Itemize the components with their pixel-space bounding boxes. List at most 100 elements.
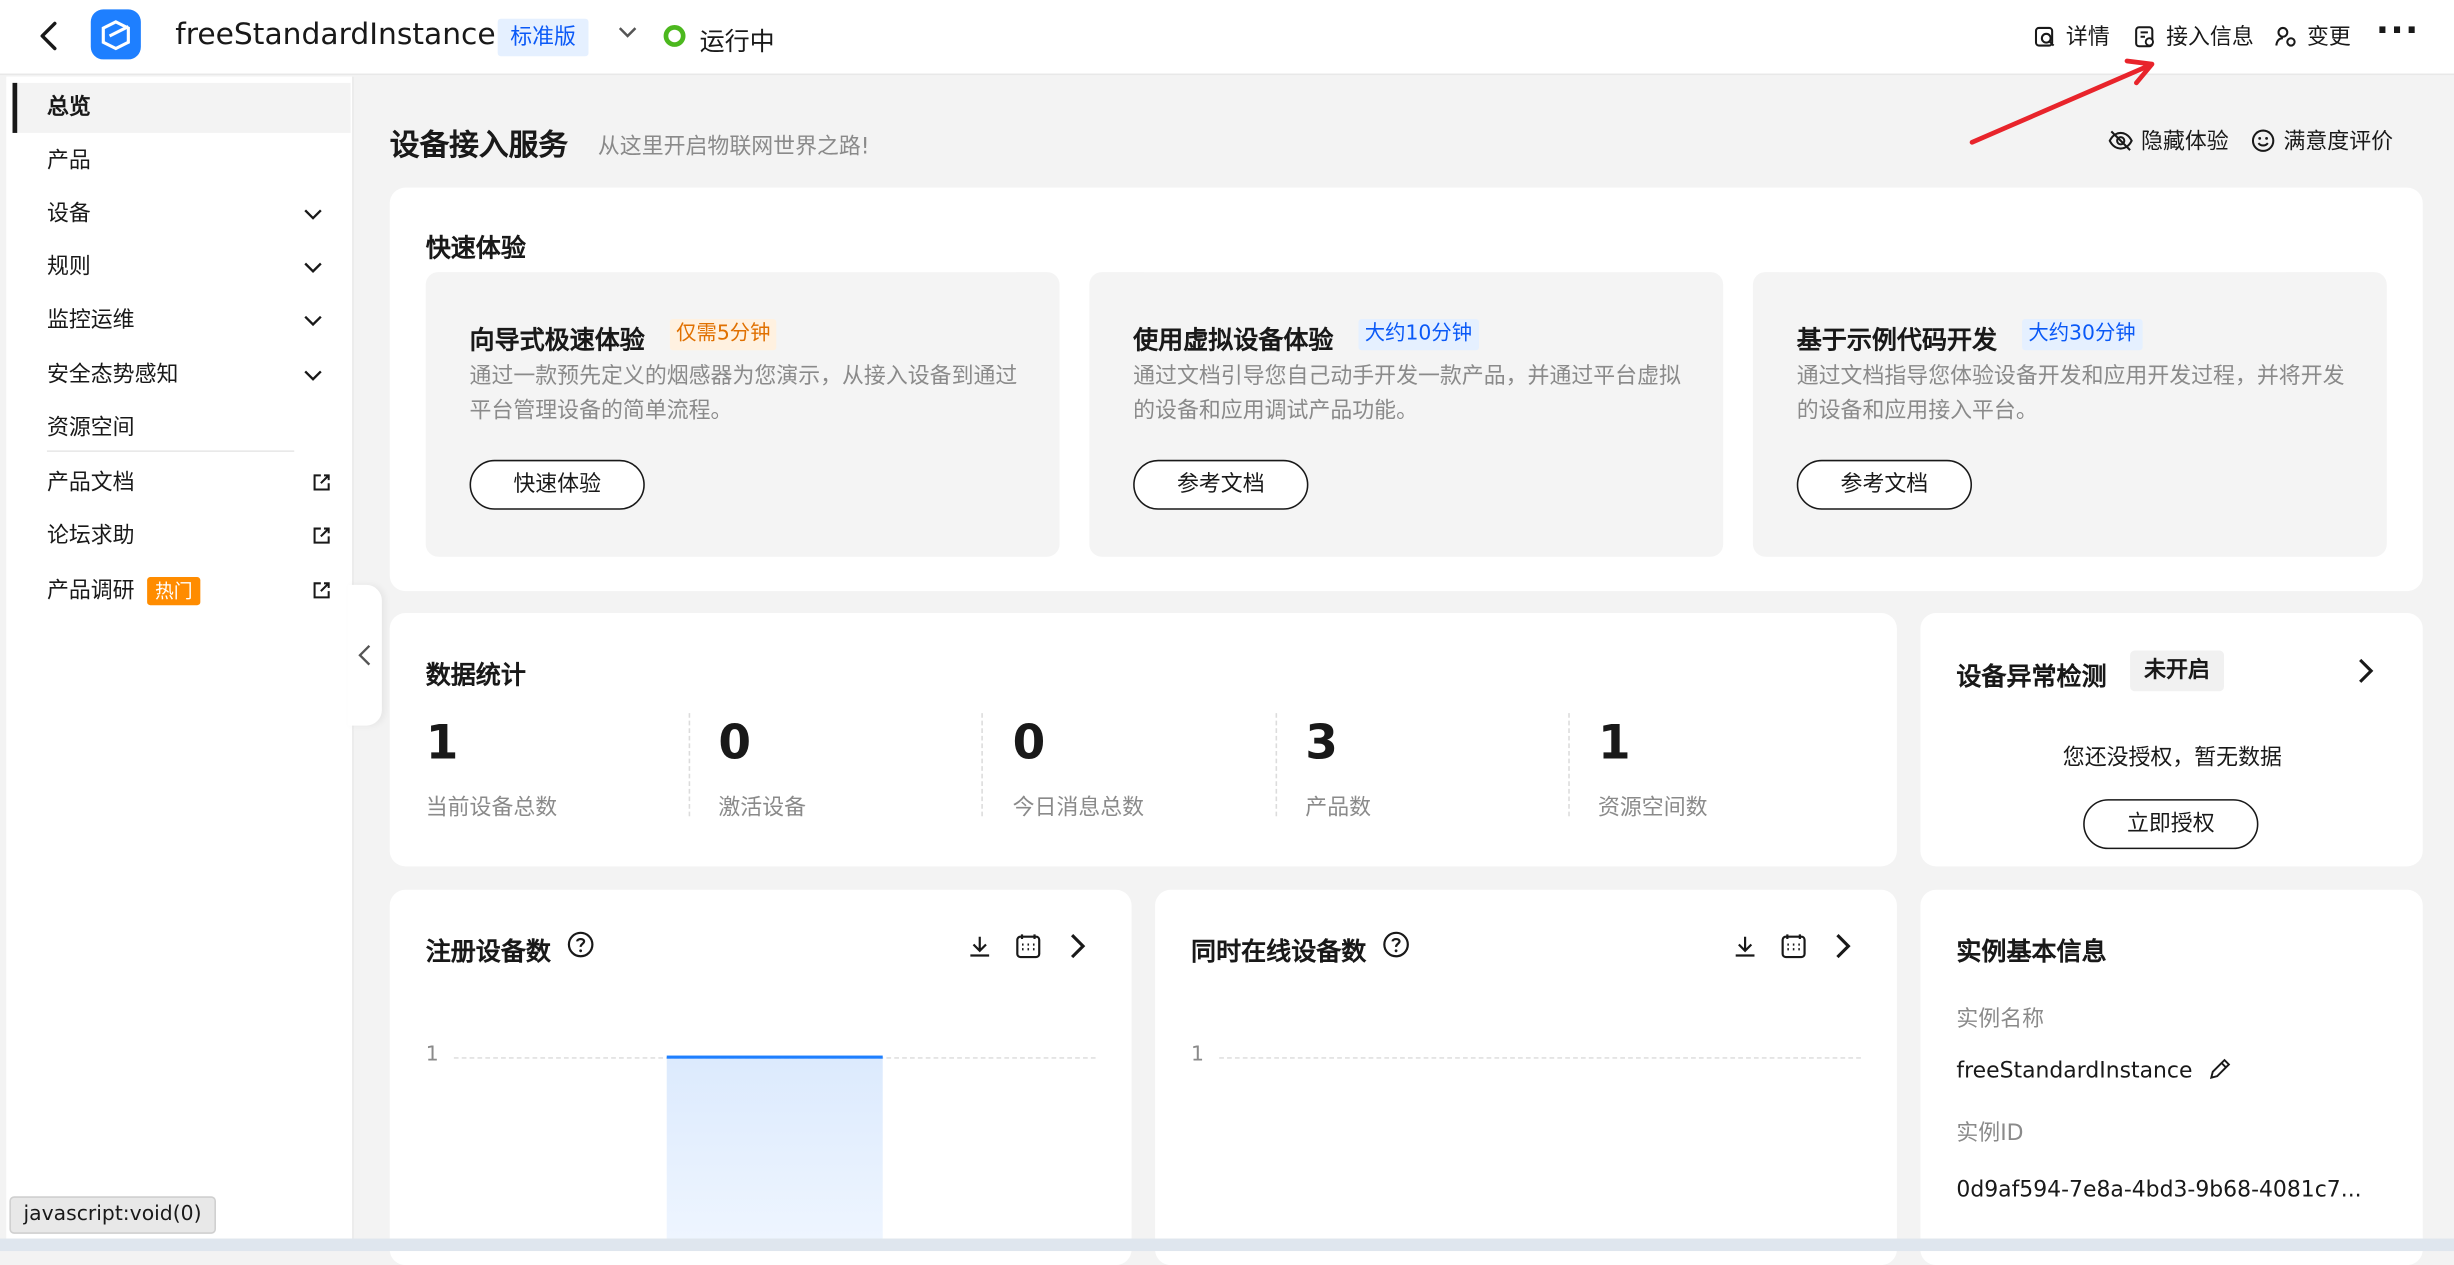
stat-active-devices: 0 激活设备 [718,713,806,821]
rating-label: 满意度评价 [2283,129,2394,155]
instance-name: freeStandardInstance [175,17,496,52]
chevron-down-icon [304,262,322,273]
sidebar-item-label: 安全态势感知 [46,362,179,388]
option-description: 通过文档引导您自己动手开发一款产品，并通过平台虚拟的设备和应用调试产品功能。 [1133,364,1681,424]
sidebar-item-overview[interactable]: 总览 [12,82,351,133]
more-options-icon[interactable]: ··· [2376,13,2420,52]
sidebar-item-devices[interactable]: 设备 [13,189,351,239]
stat-products: 3 产品数 [1305,713,1372,821]
change-label: 变更 [2306,25,2351,51]
reference-docs-button[interactable]: 参考文档 [1796,459,1973,510]
edit-pencil-icon[interactable] [2209,1057,2232,1080]
details-icon [2034,26,2055,46]
change-icon [2275,26,2296,46]
sidebar-divider [46,450,295,452]
sidebar: 总览 产品 设备 规则 监控运维 安全态势感知 资源空间 产品文档 论坛求助 产… [6,76,354,1239]
chevron-down-icon [304,370,322,381]
chevron-right-icon[interactable] [1063,932,1091,960]
sidebar-item-monitoring[interactable]: 监控运维 [13,296,351,346]
external-link-icon [313,582,330,599]
quick-start-title: 快速体验 [425,233,526,263]
instance-name-value: freeStandardInstance [1956,1057,2232,1084]
running-status-icon [663,25,686,47]
external-link-icon [313,474,330,491]
anomaly-title: 设备异常检测 [1956,661,2107,692]
anomaly-status-badge: 未开启 [2130,650,2225,692]
online-devices-title: 同时在线设备数 [1191,936,1367,967]
sidebar-item-rules[interactable]: 规则 [13,242,351,292]
download-icon[interactable] [1731,932,1759,960]
app-window: freeStandardInstance 标准版 运行中 详情 接入信息 变更 … [0,0,2454,1265]
sidebar-item-products[interactable]: 产品 [13,136,351,186]
status-text: 运行中 [699,26,775,57]
stat-divider [981,713,983,817]
duration-tag: 大约30分钟 [2022,319,2142,351]
sidebar-item-label: 监控运维 [46,308,135,334]
chevron-down-icon [304,209,322,220]
reference-docs-button[interactable]: 参考文档 [1133,459,1309,510]
quick-start-option-virtual-device: 使用虚拟设备体验 大约10分钟 通过文档引导您自己动手开发一款产品，并通过平台虚… [1089,272,1724,557]
back-arrow-icon[interactable] [34,19,65,53]
chevron-down-icon[interactable] [617,22,639,44]
eye-hidden-icon [2108,130,2133,151]
registered-devices-title: 注册设备数 [425,936,551,967]
rating-button[interactable]: 满意度评价 [2251,125,2393,156]
access-info-button[interactable]: 接入信息 [2133,20,2254,51]
page-title: 设备接入服务 [389,128,569,163]
sidebar-collapse-handle[interactable] [347,584,382,726]
hide-experience-label: 隐藏体验 [2141,129,2229,155]
quick-start-option-wizard: 向导式极速体验 仅需5分钟 通过一款预先定义的烟感器为您演示，从接入设备到通过平… [425,272,1060,557]
sidebar-item-label: 产品 [46,148,91,174]
change-button[interactable]: 变更 [2274,20,2351,51]
help-icon[interactable] [1382,930,1410,958]
edition-badge: 标准版 [497,18,589,57]
option-description: 通过一款预先定义的烟感器为您演示，从接入设备到通过平台管理设备的简单流程。 [469,364,1018,424]
stat-value: 0 [1012,716,1046,771]
chevron-right-icon[interactable] [1828,932,1856,960]
sidebar-item-label: 总览 [46,95,91,121]
y-tick-label: 1 [425,1043,439,1067]
y-tick-label: 1 [1191,1043,1205,1067]
help-icon[interactable] [567,930,595,958]
access-info-label: 接入信息 [2166,25,2254,51]
chevron-right-icon[interactable] [2351,657,2379,685]
stat-label: 产品数 [1305,795,1372,821]
access-info-icon [2135,25,2154,47]
stat-value: 3 [1305,716,1338,771]
stat-resource-spaces: 1 资源空间数 [1598,713,1708,821]
stat-divider [688,713,691,817]
stat-divider [1275,713,1278,817]
instance-logo-icon [90,9,141,60]
stat-label: 今日消息总数 [1012,795,1145,821]
calendar-icon[interactable] [1780,932,1808,960]
instance-name-label: 实例名称 [1956,1007,2045,1033]
sidebar-item-label: 规则 [46,254,91,280]
sidebar-item-resource-space[interactable]: 资源空间 [13,403,351,453]
calendar-icon[interactable] [1014,932,1042,960]
chevron-left-icon [358,645,371,666]
window-bottom-edge [0,1238,2454,1252]
option-description: 通过文档指导您体验设备开发和应用开发过程，并将开发的设备和应用接入平台。 [1796,364,2345,424]
details-label: 详情 [2065,25,2110,51]
stat-today-messages: 0 今日消息总数 [1012,713,1145,821]
quick-experience-button[interactable]: 快速体验 [469,459,645,510]
stats-title: 数据统计 [425,659,526,690]
download-icon[interactable] [966,932,994,960]
sidebar-item-label: 资源空间 [46,415,135,441]
hide-experience-button[interactable]: 隐藏体验 [2108,125,2229,156]
anomaly-message: 您还没授权，暂无数据 [2062,745,2282,771]
sidebar-item-label: 论坛求助 [46,523,135,549]
stat-divider [1568,713,1570,817]
sidebar-item-survey[interactable]: 产品调研 热门 [13,566,351,616]
instance-info-title: 实例基本信息 [1956,936,2107,967]
sidebar-item-forum[interactable]: 论坛求助 [13,511,351,561]
option-title: 向导式极速体验 [469,325,645,355]
hot-badge: 热门 [147,577,201,606]
details-button[interactable]: 详情 [2033,20,2110,51]
sidebar-item-security[interactable]: 安全态势感知 [13,350,351,400]
sidebar-item-docs[interactable]: 产品文档 [13,458,351,508]
sidebar-item-label: 产品文档 [46,470,135,496]
stat-value: 1 [425,716,459,771]
authorize-button[interactable]: 立即授权 [2083,799,2259,850]
chart-bar [666,1055,883,1239]
